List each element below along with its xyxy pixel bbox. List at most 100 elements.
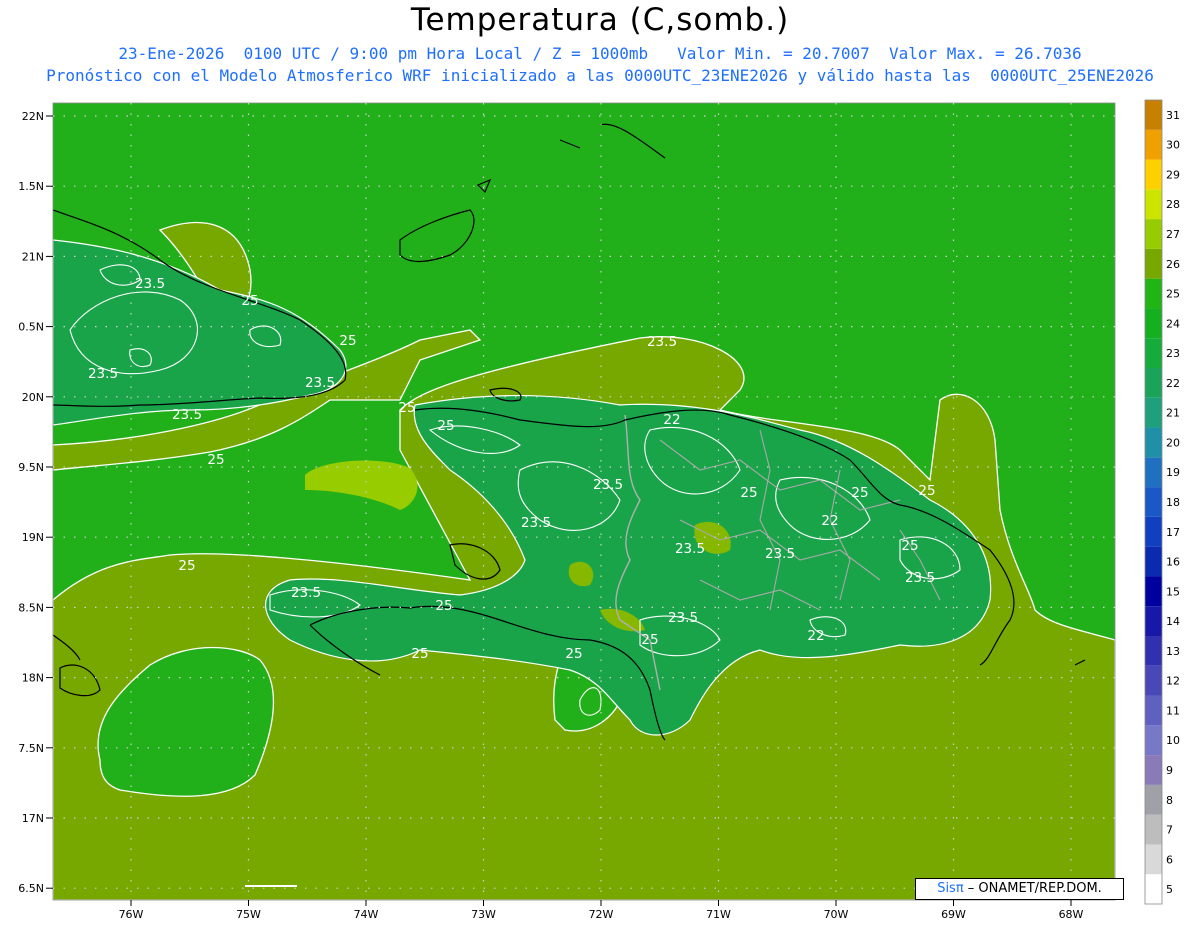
lat-label: 22N: [22, 110, 44, 123]
contour-label: 25: [435, 598, 452, 614]
lon-label: 71W: [706, 908, 731, 921]
colorbar-swatch: [1145, 308, 1162, 339]
colorbar-label: 28: [1166, 198, 1180, 211]
contour-label: 25: [178, 558, 195, 574]
contour-label: 25: [207, 452, 224, 468]
colorbar-swatch: [1145, 487, 1162, 517]
contour-label: 25: [641, 632, 658, 648]
colorbar-swatch: [1145, 159, 1162, 190]
colorbar-label: 17: [1166, 526, 1180, 539]
lat-label: 0.5N: [18, 321, 44, 334]
colorbar-label: 10: [1166, 734, 1180, 747]
colorbar-swatch: [1145, 814, 1162, 845]
contour-label: 23.5: [135, 276, 165, 292]
colorbar-label: 12: [1166, 675, 1180, 688]
contour-label: 23.5: [647, 334, 677, 350]
credit-box: Sisπ – ONAMET/REP.DOM.: [915, 878, 1124, 900]
credit-sis: Sisπ: [937, 881, 964, 896]
lon-label: 72W: [589, 908, 614, 921]
colorbar-swatch: [1145, 665, 1162, 696]
contour-label: 23.5: [521, 515, 551, 531]
colorbar-label: 13: [1166, 645, 1180, 658]
lon-label: 75W: [236, 908, 261, 921]
colorbar-swatch: [1145, 606, 1162, 636]
colorbar-label: 31: [1166, 109, 1180, 122]
colorbar-swatch: [1145, 338, 1162, 368]
colorbar-label: 20: [1166, 436, 1180, 449]
colorbar-swatch: [1145, 516, 1162, 547]
contour-label: 25: [565, 646, 582, 662]
colorbar-swatch: [1145, 100, 1162, 130]
credit-org: – ONAMET/REP.DOM.: [963, 881, 1102, 896]
lat-label: 8.5N: [18, 601, 44, 614]
contour-label: 25: [241, 293, 258, 309]
colorbar: 5 6 7 8 9 10 11 12 13 14 15 16 17 18 19 20 21 22 23 24 25 26 2…: [1144, 99, 1180, 905]
colorbar-label: 15: [1166, 585, 1180, 598]
colorbar-label: 30: [1166, 139, 1180, 152]
contour-label: 25: [901, 538, 918, 554]
lat-label: 20N: [22, 391, 44, 404]
colorbar-label: 23: [1166, 347, 1180, 360]
colorbar-swatch: [1145, 844, 1162, 875]
colorbar-swatch: [1145, 755, 1162, 785]
lat-label: 18N: [22, 672, 44, 685]
colorbar-label: 29: [1166, 168, 1180, 181]
colorbar-swatch: [1145, 695, 1162, 726]
latitude-labels: 22N 1.5N 21N 0.5N 20N 9.5N 19N 8.5N 18N 7.5N 17N 6.…: [18, 110, 44, 895]
lat-label: 21N: [22, 250, 44, 263]
colorbar-swatch: [1145, 636, 1162, 666]
contour-label: 22: [807, 628, 824, 644]
colorbar-swatch: [1145, 874, 1162, 904]
colorbar-swatch: [1145, 457, 1162, 488]
contour-label: 25: [437, 418, 454, 434]
contour-label: 23.5: [765, 546, 795, 562]
lat-label: 6.5N: [18, 882, 44, 895]
contour-label: 22: [821, 513, 838, 529]
contour-label: 23.5: [905, 570, 935, 586]
colorbar-label: 18: [1166, 496, 1180, 509]
colorbar-swatch: [1145, 427, 1162, 458]
colorbar-swatch: [1145, 248, 1162, 279]
contour-label: 25: [918, 483, 935, 499]
contour-label: 25: [339, 333, 356, 349]
lon-label: 73W: [471, 908, 496, 921]
lon-label: 76W: [119, 908, 144, 921]
colorbar-label: 6: [1166, 853, 1173, 866]
lon-label: 74W: [354, 908, 379, 921]
colorbar-swatch: [1145, 278, 1162, 309]
lat-label: 19N: [22, 531, 44, 544]
colorbar-swatch: [1145, 784, 1162, 815]
contour-label: 25: [851, 485, 868, 501]
colorbar-label: 9: [1166, 764, 1173, 777]
temperature-map: 22N 1.5N 21N 0.5N 20N 9.5N 19N 8.5N 18N 7.5N 17N 6.…: [18, 99, 1180, 921]
colorbar-label: 26: [1166, 258, 1180, 271]
colorbar-swatch: [1145, 576, 1162, 607]
lat-label: 7.5N: [18, 742, 44, 755]
contour-label: 23.5: [172, 407, 202, 423]
contour-label: 23.5: [291, 585, 321, 601]
colorbar-label: 5: [1166, 883, 1173, 896]
contour-label: 23.5: [668, 610, 698, 626]
colorbar-label: 22: [1166, 377, 1180, 390]
colorbar-swatch: [1145, 219, 1162, 249]
colorbar-label: 7: [1166, 824, 1173, 837]
colorbar-label: 16: [1166, 556, 1180, 569]
colorbar-label: 11: [1166, 704, 1180, 717]
contour-label: 25: [740, 485, 757, 501]
colorbar-swatch: [1145, 397, 1162, 428]
lat-label: 1.5N: [18, 180, 44, 193]
colorbar-label: 21: [1166, 407, 1180, 420]
lat-label: 17N: [22, 812, 44, 825]
lat-label: 9.5N: [18, 461, 44, 474]
colorbar-swatch: [1145, 129, 1162, 160]
colorbar-swatch: [1145, 725, 1162, 756]
colorbar-label: 27: [1166, 228, 1180, 241]
colorbar-swatch: [1145, 189, 1162, 220]
contour-label: 23.5: [305, 375, 335, 391]
colorbar-label: 24: [1166, 317, 1180, 330]
colorbar-swatch: [1145, 546, 1162, 577]
lon-label: 69W: [941, 908, 966, 921]
contour-label: 22: [663, 412, 680, 428]
colorbar-label: 8: [1166, 794, 1173, 807]
contour-label: 23.5: [593, 477, 623, 493]
